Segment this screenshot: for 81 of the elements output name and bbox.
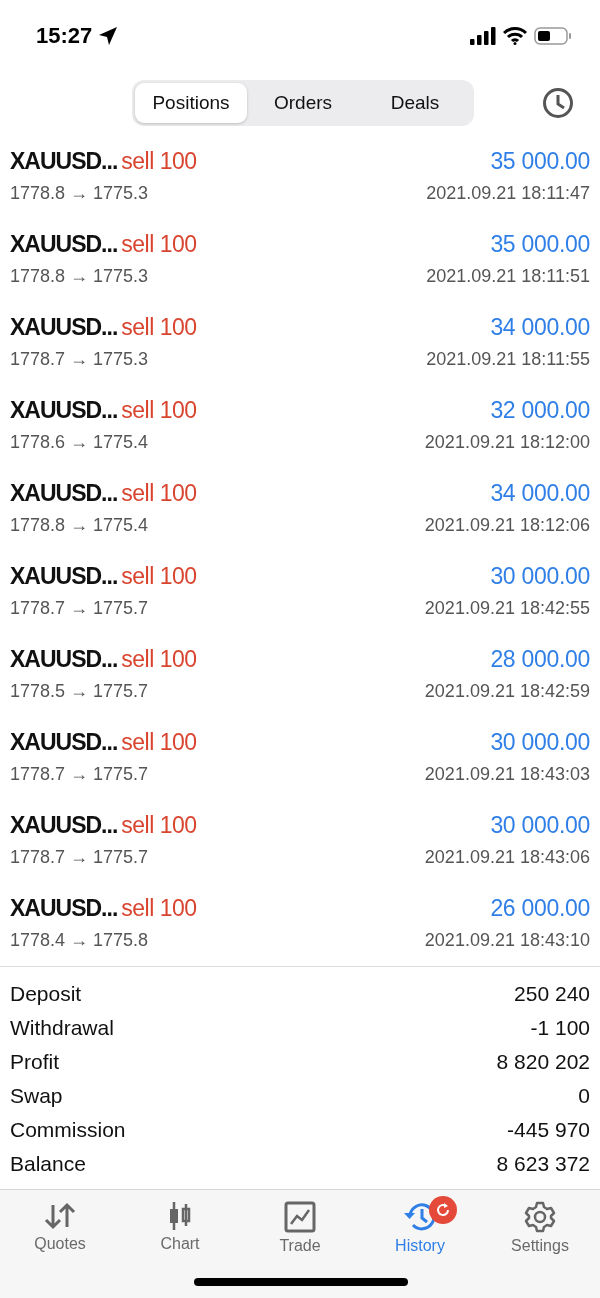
deal-time: 2021.09.21 18:43:03 (424, 763, 590, 785)
summary-label: Swap (10, 1084, 63, 1108)
deal-side: sell 100 (121, 396, 197, 424)
battery-icon (534, 27, 572, 45)
tab-bar-item[interactable]: Settings (485, 1200, 595, 1256)
deal-time: 2021.09.21 18:42:55 (424, 597, 590, 619)
deal-prices: 1778.7 → 1775.3 (10, 348, 149, 370)
deal-symbol: XAUUSD... (10, 645, 118, 673)
summary-label: Profit (10, 1050, 59, 1074)
summary-label: Deposit (10, 982, 82, 1006)
tab-bar-item[interactable]: Chart (125, 1200, 235, 1256)
deal-side: sell 100 (121, 562, 197, 590)
deal-side: sell 100 (121, 479, 197, 507)
deal-time: 2021.09.21 18:12:00 (424, 431, 590, 453)
deal-prices: 1778.7 → 1775.7 (10, 597, 149, 619)
deal-symbol: XAUUSD... (10, 147, 118, 175)
deal-symbol: XAUUSD... (10, 396, 118, 424)
deal-profit: 30 000.00 (490, 562, 590, 590)
deal-time: 2021.09.21 18:11:47 (426, 182, 590, 204)
summary-value: 8 623 372 (496, 1152, 590, 1176)
deal-profit: 34 000.00 (490, 479, 590, 507)
summary-value: 0 (578, 1084, 590, 1108)
summary-value: 8 820 202 (496, 1050, 590, 1074)
deal-profit: 35 000.00 (490, 230, 590, 258)
deal-side: sell 100 (121, 230, 197, 258)
settings-icon (524, 1201, 556, 1233)
summary-label: Commission (10, 1118, 126, 1142)
wifi-icon (503, 27, 527, 45)
deal-prices: 1778.8 → 1775.3 (10, 265, 149, 287)
deal-prices: 1778.6 → 1775.4 (10, 431, 149, 453)
deal-time: 2021.09.21 18:11:55 (426, 348, 590, 370)
deal-symbol: XAUUSD... (10, 562, 118, 590)
deal-prices: 1778.7 → 1775.7 (10, 763, 149, 785)
deal-symbol: XAUUSD... (10, 313, 118, 341)
summary-label: Withdrawal (10, 1016, 114, 1040)
summary-value: 250 240 (514, 982, 590, 1006)
summary-value: -445 970 (507, 1118, 590, 1142)
deal-side: sell 100 (121, 313, 197, 341)
deal-time: 2021.09.21 18:12:06 (424, 514, 590, 536)
deal-time: 2021.09.21 18:11:51 (426, 265, 590, 287)
deal-profit: 30 000.00 (490, 811, 590, 839)
deal-profit: 34 000.00 (490, 313, 590, 341)
deal-prices: 1778.5 → 1775.7 (10, 680, 149, 702)
deal-prices: 1778.8 → 1775.4 (10, 514, 149, 536)
segment-tab[interactable]: Orders (247, 83, 359, 123)
deal-profit: 28 000.00 (490, 645, 590, 673)
signal-icon (470, 27, 496, 45)
summary-value: -1 100 (530, 1016, 590, 1040)
deal-prices: 1778.8 → 1775.3 (10, 182, 149, 204)
deal-profit: 26 000.00 (490, 894, 590, 922)
tab-bar-item[interactable]: History (365, 1200, 475, 1256)
candlestick-icon (167, 1201, 193, 1231)
deal-symbol: XAUUSD... (10, 894, 118, 922)
history-icon (403, 1201, 437, 1233)
segment-tab[interactable]: Positions (135, 83, 247, 123)
deal-side: sell 100 (121, 147, 197, 175)
up-down-arrows-icon (43, 1201, 77, 1231)
deal-symbol: XAUUSD... (10, 479, 118, 507)
deal-prices: 1778.4 → 1775.8 (10, 929, 149, 951)
deal-symbol: XAUUSD... (10, 728, 118, 756)
tab-bar-item[interactable]: Trade (245, 1200, 355, 1256)
deal-time: 2021.09.21 18:42:59 (424, 680, 590, 702)
deal-side: sell 100 (121, 811, 197, 839)
deal-profit: 30 000.00 (490, 728, 590, 756)
deal-profit: 35 000.00 (490, 147, 590, 175)
deal-profit: 32 000.00 (490, 396, 590, 424)
segment-tab[interactable]: Deals (359, 83, 471, 123)
deal-side: sell 100 (121, 728, 197, 756)
clock-icon[interactable] (542, 87, 574, 119)
deal-time: 2021.09.21 18:43:10 (424, 929, 590, 951)
line-chart-icon (284, 1201, 316, 1233)
deal-prices: 1778.7 → 1775.7 (10, 846, 149, 868)
deal-side: sell 100 (121, 645, 197, 673)
status-time: 15:27 (36, 23, 93, 49)
deal-symbol: XAUUSD... (10, 811, 118, 839)
deal-time: 2021.09.21 18:43:06 (424, 846, 590, 868)
summary-label: Balance (10, 1152, 86, 1176)
deal-symbol: XAUUSD... (10, 230, 118, 258)
location-arrow-icon (98, 26, 119, 46)
deal-side: sell 100 (121, 894, 197, 922)
tab-bar-item[interactable]: Quotes (5, 1200, 115, 1256)
